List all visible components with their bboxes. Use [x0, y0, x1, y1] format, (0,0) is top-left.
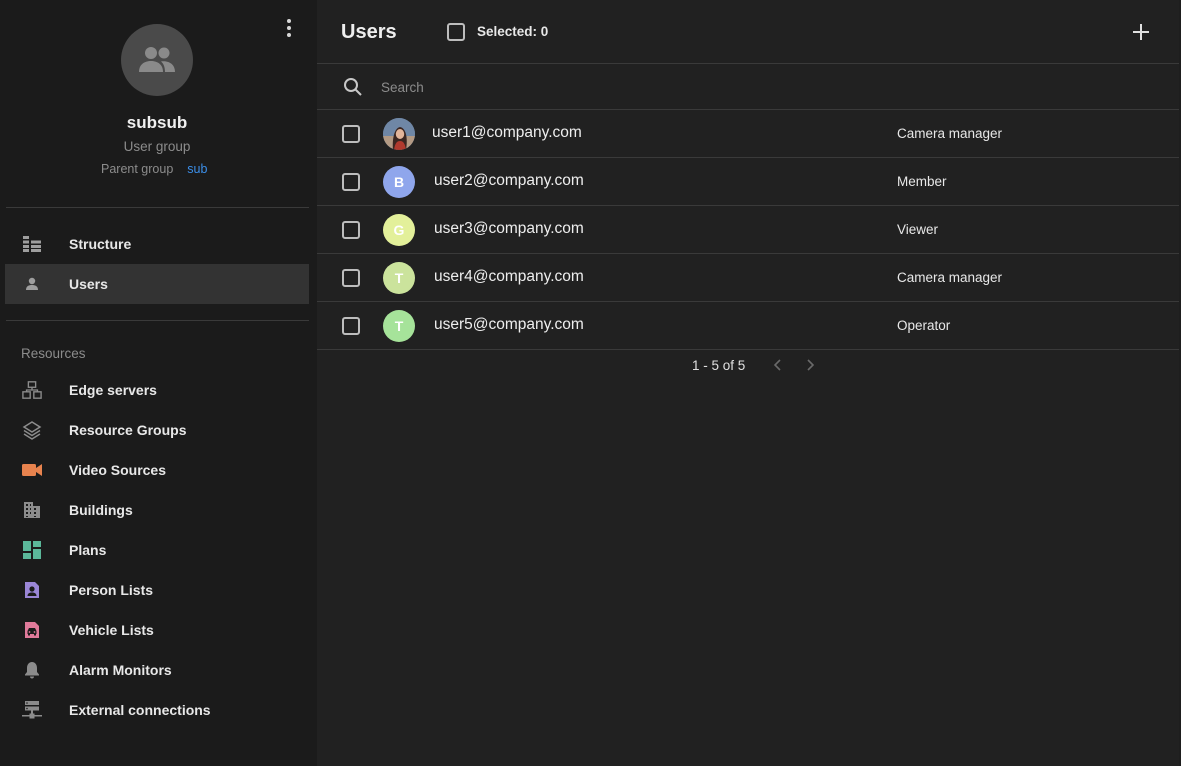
nav-item-external-connections[interactable]: External connections [5, 690, 309, 730]
person-icon [22, 274, 42, 294]
row-checkbox[interactable] [342, 221, 360, 239]
user-email[interactable]: user1@company.com [432, 124, 582, 142]
video-camera-icon [22, 460, 42, 480]
user-role: Camera manager [897, 270, 1003, 285]
nav-item-label: Person Lists [69, 582, 154, 598]
nav-item-plans[interactable]: Plans [5, 530, 309, 570]
group-name: subsub [126, 113, 188, 132]
row-checkbox[interactable] [342, 173, 360, 191]
structure-icon [22, 234, 42, 254]
chevron-left-icon[interactable] [770, 357, 786, 373]
nav-item-structure[interactable]: Structure [5, 224, 309, 264]
nav-item-label: Resource Groups [69, 422, 187, 438]
sidebar-divider [6, 320, 309, 321]
table-row[interactable]: B user2@company.com Member [317, 158, 1179, 206]
user-email[interactable]: user4@company.com [434, 268, 584, 286]
vehicle-icon [22, 620, 42, 640]
nav-item-alarm-monitors[interactable]: Alarm Monitors [5, 650, 309, 690]
user-role: Member [897, 174, 947, 189]
nav-item-vehicle-lists[interactable]: Vehicle Lists [5, 610, 309, 650]
nav-item-label: Structure [69, 236, 132, 252]
building-icon [22, 500, 42, 520]
sidebar-divider [6, 207, 309, 208]
selected-count: Selected: 0 [477, 24, 549, 39]
nav-item-label: Vehicle Lists [69, 622, 154, 638]
parent-group-label: Parent group [101, 162, 174, 176]
add-user-button[interactable] [1131, 22, 1151, 42]
row-checkbox[interactable] [342, 125, 360, 143]
edge-servers-icon [22, 380, 42, 400]
pagination-range: 1 - 5 of 5 [692, 358, 746, 373]
avatar: B [383, 166, 415, 198]
resources-section-title: Resources [21, 346, 86, 361]
page-title: Users [341, 21, 397, 43]
user-role: Viewer [897, 222, 939, 237]
nav-item-label: Alarm Monitors [69, 662, 172, 678]
user-email[interactable]: user2@company.com [434, 172, 584, 190]
more-options-icon[interactable] [279, 17, 299, 39]
search-bar [317, 64, 1179, 110]
avatar: T [383, 262, 415, 294]
pagination: 1 - 5 of 5 [317, 350, 1179, 382]
table-row[interactable]: T user4@company.com Camera manager [317, 254, 1179, 302]
user-role: Operator [897, 318, 951, 333]
search-icon [343, 77, 363, 97]
row-checkbox[interactable] [342, 317, 360, 335]
user-email[interactable]: user3@company.com [434, 220, 584, 238]
nav-item-person-lists[interactable]: Person Lists [5, 570, 309, 610]
table-row[interactable]: T user5@company.com Operator [317, 302, 1179, 350]
network-icon [22, 700, 42, 720]
user-email[interactable]: user5@company.com [434, 316, 584, 334]
nav-item-resource-groups[interactable]: Resource Groups [5, 410, 309, 450]
sidebar: subsub User group Parent group sub Struct… [0, 0, 317, 766]
main-panel: Users Selected: 0 user1@company.com Came [317, 0, 1179, 766]
nav-item-buildings[interactable]: Buildings [5, 490, 309, 530]
group-avatar-icon [121, 24, 193, 96]
nav-item-label: Users [69, 276, 108, 292]
person-badge-icon [22, 580, 42, 600]
select-all-checkbox[interactable] [447, 23, 465, 41]
layers-icon [22, 420, 42, 440]
avatar: T [383, 310, 415, 342]
nav-item-label: External connections [69, 702, 211, 718]
group-type: User group [123, 139, 191, 154]
nav-item-label: Video Sources [69, 462, 167, 478]
nav-item-users[interactable]: Users [5, 264, 309, 304]
parent-group-row: Parent group sub [101, 162, 207, 176]
avatar: G [383, 214, 415, 246]
nav-item-label: Plans [69, 542, 107, 558]
user-role: Camera manager [897, 126, 1003, 141]
table-row[interactable]: G user3@company.com Viewer [317, 206, 1179, 254]
table-row[interactable]: user1@company.com Camera manager [317, 110, 1179, 158]
bell-icon [22, 660, 42, 680]
nav-item-video-sources[interactable]: Video Sources [5, 450, 309, 490]
chevron-right-icon[interactable] [802, 357, 818, 373]
avatar [383, 118, 415, 150]
search-input[interactable] [381, 76, 1081, 98]
row-checkbox[interactable] [342, 269, 360, 287]
parent-group-link[interactable]: sub [187, 162, 207, 176]
nav-item-label: Edge servers [69, 382, 157, 398]
dashboard-icon [22, 540, 42, 560]
nav-item-edge-servers[interactable]: Edge servers [5, 370, 309, 410]
header: Users Selected: 0 [317, 0, 1179, 64]
nav-item-label: Buildings [69, 502, 133, 518]
